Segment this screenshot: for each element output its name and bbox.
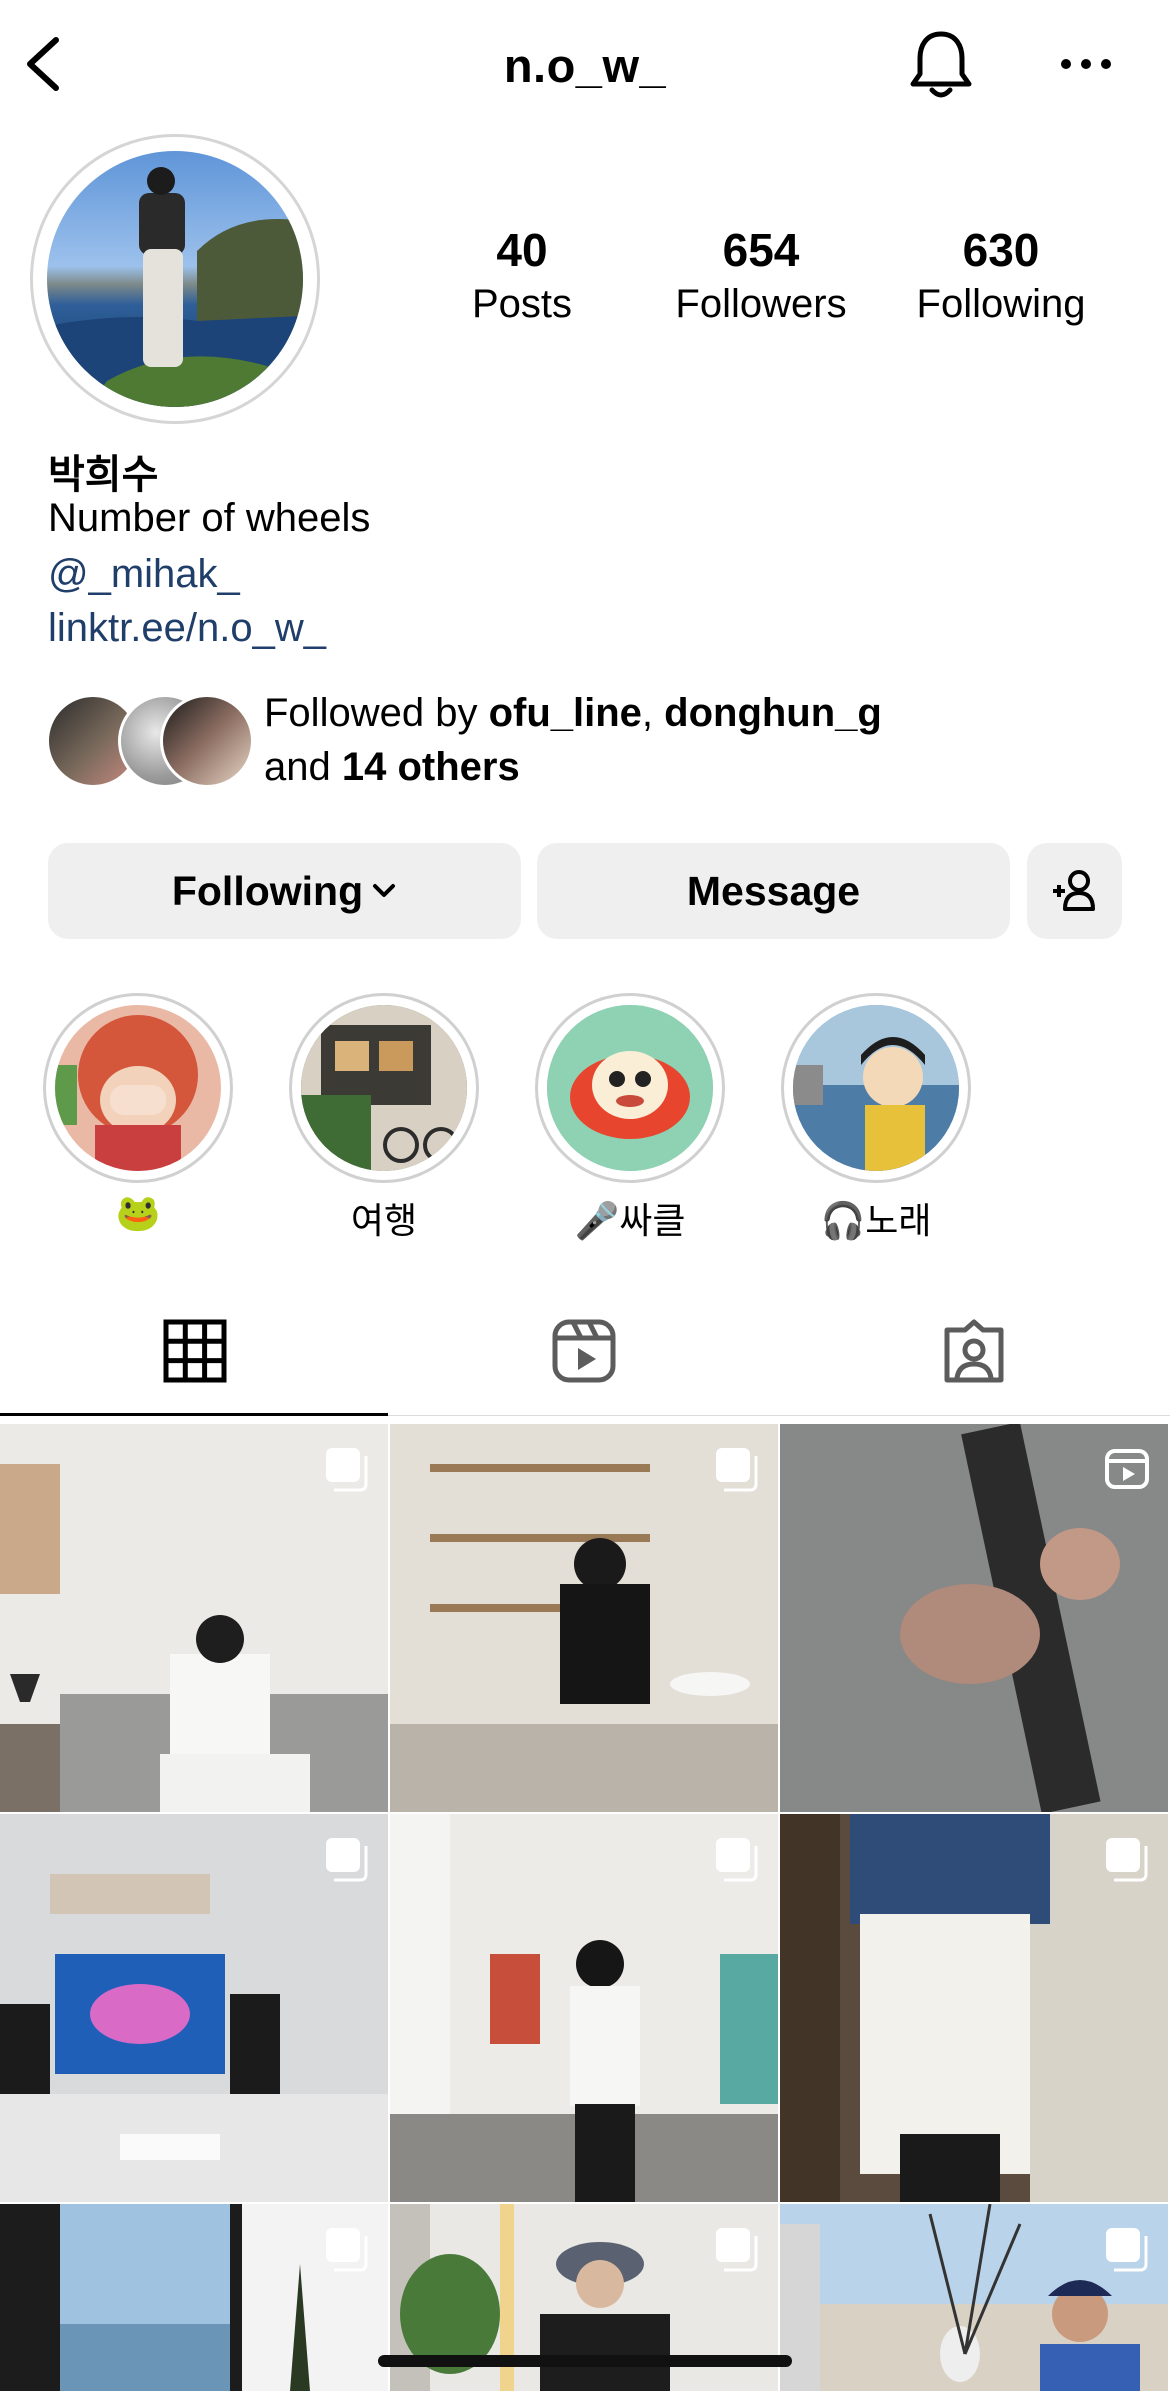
mutual-followers-avatars[interactable] — [46, 694, 254, 788]
stat-followers-label: Followers — [675, 282, 847, 326]
avatar — [160, 694, 254, 788]
followed-by-user-2[interactable]: donghun_g — [664, 691, 882, 735]
carousel-icon — [326, 1838, 368, 1882]
chevron-down-icon — [373, 884, 396, 897]
post-thumbnail[interactable] — [390, 1814, 778, 2202]
stat-following-count: 630 — [962, 224, 1040, 276]
stat-posts-count: 40 — [496, 224, 548, 276]
more-horizontal-icon[interactable] — [1060, 52, 1112, 76]
suggest-people-button[interactable] — [1027, 843, 1122, 939]
post-thumbnail[interactable] — [780, 1424, 1168, 1812]
home-indicator[interactable] — [378, 2355, 792, 2367]
profile-username: n.o_w_ — [503, 39, 667, 92]
post-thumbnail[interactable] — [0, 1424, 388, 1812]
carousel-icon — [716, 2228, 758, 2272]
followed-by-and: and — [264, 745, 342, 789]
profile-name: 박희수 — [48, 453, 159, 497]
add-person-icon — [1052, 870, 1095, 911]
tab-divider — [388, 1415, 1170, 1416]
carousel-icon — [1106, 1838, 1148, 1882]
stat-following-label: Following — [916, 282, 1086, 326]
highlight-travel[interactable] — [301, 1005, 467, 1171]
stat-followers[interactable]: 654 Followers — [651, 222, 871, 330]
followed-by-text[interactable]: Followed by ofu_line, donghun_g and 14 o… — [264, 686, 882, 794]
grid-icon[interactable] — [162, 1316, 228, 1386]
followed-by-user-1[interactable]: ofu_line — [489, 691, 642, 735]
profile-bio: Number of wheels — [48, 496, 371, 540]
highlight-label: 🎧노래 — [820, 1200, 932, 1241]
stat-posts-label: Posts — [471, 282, 573, 326]
post-thumbnail[interactable] — [780, 2204, 1168, 2391]
carousel-icon — [716, 1448, 758, 1492]
carousel-icon — [326, 1448, 368, 1492]
highlight-songs[interactable] — [793, 1005, 959, 1171]
message-button-label: Message — [686, 867, 861, 914]
carousel-icon — [716, 1838, 758, 1882]
highlight-singing-club[interactable] — [547, 1005, 713, 1171]
highlight-frog[interactable] — [55, 1005, 221, 1171]
carousel-icon — [1106, 2228, 1148, 2272]
reels-icon[interactable] — [551, 1316, 617, 1386]
reel-icon — [1105, 1449, 1149, 1489]
tagged-icon[interactable] — [941, 1316, 1007, 1386]
carousel-icon — [326, 2228, 368, 2272]
post-thumbnail[interactable] — [780, 1814, 1168, 2202]
bio-mention-link[interactable]: @_mihak_ — [48, 552, 240, 597]
stat-followers-count: 654 — [722, 224, 800, 276]
bell-icon[interactable] — [908, 28, 974, 102]
followed-by-others[interactable]: 14 others — [342, 745, 520, 789]
highlight-label: 🐸 — [115, 1192, 161, 1233]
post-thumbnail[interactable] — [0, 2204, 388, 2391]
followed-by-prefix: Followed by — [264, 691, 489, 735]
bio-website-link[interactable]: linktr.ee/n.o_w_ — [48, 606, 326, 651]
highlight-label: 🎤싸클 — [574, 1200, 686, 1241]
active-tab-indicator — [0, 1413, 388, 1416]
message-button[interactable]: Message — [537, 843, 1010, 939]
following-button[interactable]: Following — [48, 843, 521, 939]
stat-posts[interactable]: 40 Posts — [412, 222, 632, 330]
post-thumbnail[interactable] — [390, 1424, 778, 1812]
post-thumbnail[interactable] — [0, 1814, 388, 2202]
stat-following[interactable]: 630 Following — [891, 222, 1111, 330]
followed-by-separator: , — [641, 691, 665, 735]
profile-avatar[interactable] — [47, 151, 303, 407]
following-button-label: Following — [171, 867, 364, 914]
highlight-label: 여행 — [350, 1200, 418, 1241]
